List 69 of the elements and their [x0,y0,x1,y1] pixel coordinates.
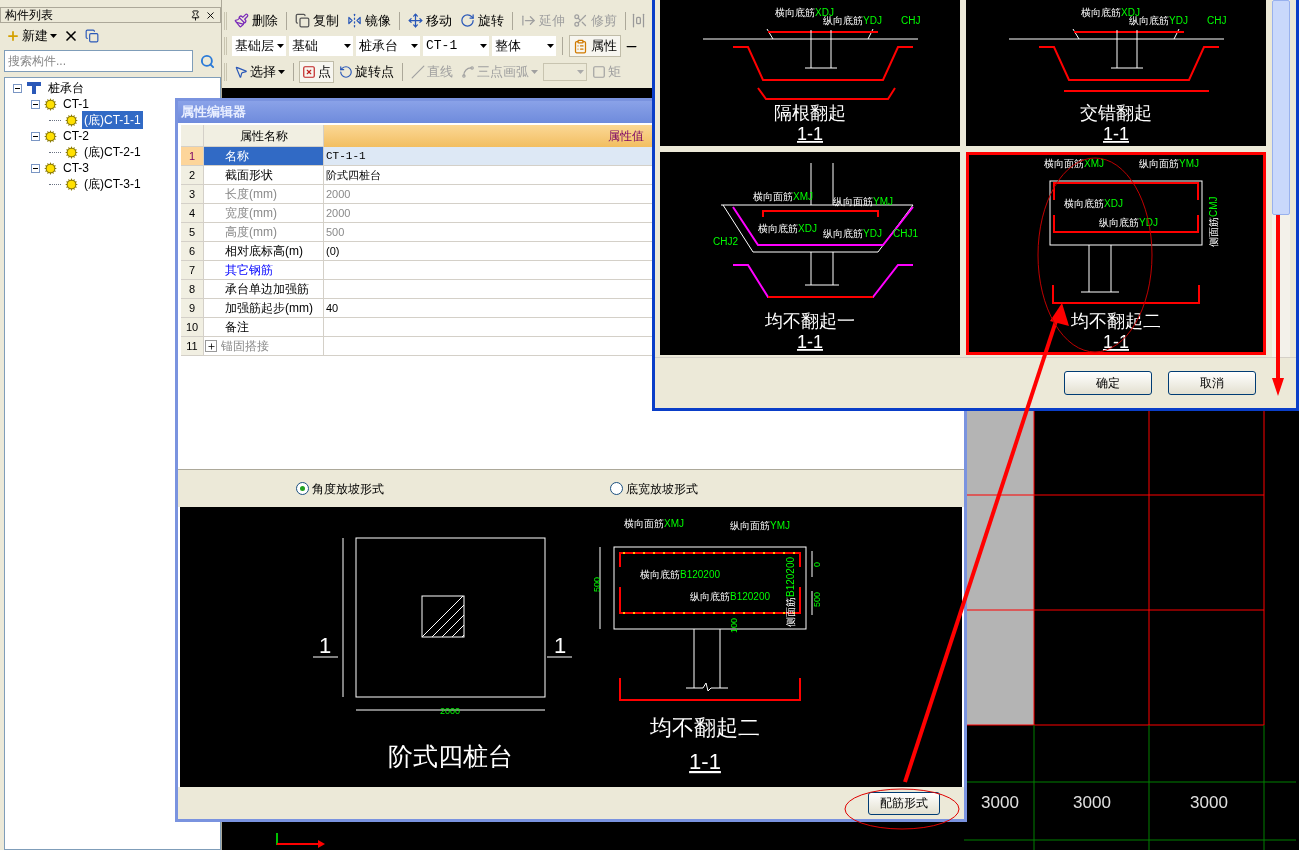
row-number: 6 [181,242,204,260]
dimension-label: 3000 [981,793,1019,812]
section-label: 1-1 [1103,332,1129,352]
rebar-label: 纵向底筋YDJ [823,15,882,26]
rebar-label: 横向底筋B120200 [640,569,721,580]
property-value: 2000 [326,205,351,221]
property-name: 截面形状 [225,167,273,184]
property-name: 承台单边加强筋 [225,281,309,298]
section-label: 1-1 [689,749,721,774]
property-name: 宽度(mm) [225,205,277,222]
section-mark: 1 [318,633,332,658]
rebar-label: 横向面筋XMJ [1044,158,1104,169]
rebar-label: 侧面筋CMJ [1208,196,1219,247]
rebar-label: 侧面筋B120200 [785,556,796,627]
row-number: 1 [181,147,204,165]
dimension-label: 3000 [1073,793,1111,812]
row-number: 7 [181,261,204,279]
property-value: (0) [326,243,340,259]
panel-title: 构件列表 [5,7,54,24]
property-value: 40 [326,300,339,316]
row-number: 3 [181,185,204,203]
property-value: 阶式四桩台 [326,167,381,183]
section-label: 1-1 [797,124,823,143]
row-number: 2 [181,166,204,184]
drawing-caption: 均不翻起二 [650,715,760,740]
rebar-label: 纵向底筋YDJ [823,228,882,239]
rebar-label: 纵向底筋B120200 [690,591,771,602]
rebar-label: CHJ [901,15,921,26]
property-name: 备注 [225,319,249,336]
rebar-label: 纵向面筋YMJ [833,196,893,207]
property-name: 其它钢筋 [225,262,273,279]
dimension-label: 500 [812,591,822,607]
rebar-label: 横向底筋XDJ [1064,198,1123,209]
property-name: 名称 [225,148,249,165]
property-value: 500 [326,224,345,240]
dimension-label: 0 [812,562,822,567]
rebar-label: 纵向面筋YMJ [730,520,790,531]
rebar-label: CHJ1 [893,228,918,239]
property-value: CT-1-1 [326,148,366,164]
rebar-label: 横向底筋XDJ [758,223,817,234]
property-name: 高度(mm) [225,224,277,241]
section-label: 1-1 [1103,124,1129,143]
property-name: 相对底标高(m) [225,243,303,260]
property-value: 2000 [326,186,351,202]
rebar-label: 纵向底筋YDJ [1099,217,1158,228]
drawing-caption: 交错翻起 [1080,103,1152,123]
dimension-label: 100 [729,617,739,633]
property-name: 加强筋起步(mm) [225,300,313,317]
drawing-caption: 阶式四桩台 [387,742,513,770]
row-number: 9 [181,299,204,317]
drawing-caption: 隔根翻起 [774,103,846,123]
property-name: 长度(mm) [225,186,277,203]
rebar-label: CHJ [1207,15,1227,26]
rebar-label: 横向面筋XMJ [753,191,813,202]
rebar-label: 横向面筋XMJ [624,518,684,529]
dimension-label: 3000 [1190,793,1228,812]
row-number: 4 [181,204,204,222]
drawing-caption: 均不翻起二 [1071,311,1161,331]
section-mark: 1 [553,633,567,658]
column-header: 属性名称 [204,125,324,147]
dimension-label: 2000 [440,706,460,716]
rebar-label: 纵向底筋YDJ [1129,15,1188,26]
row-number: 5 [181,223,204,241]
row-number: 8 [181,280,204,298]
row-number: 11 [181,337,204,355]
dimension-label: 500 [592,576,602,592]
rebar-label: 纵向面筋YMJ [1139,158,1199,169]
property-name: 锚固搭接 [221,338,269,355]
row-number: 10 [181,318,204,336]
